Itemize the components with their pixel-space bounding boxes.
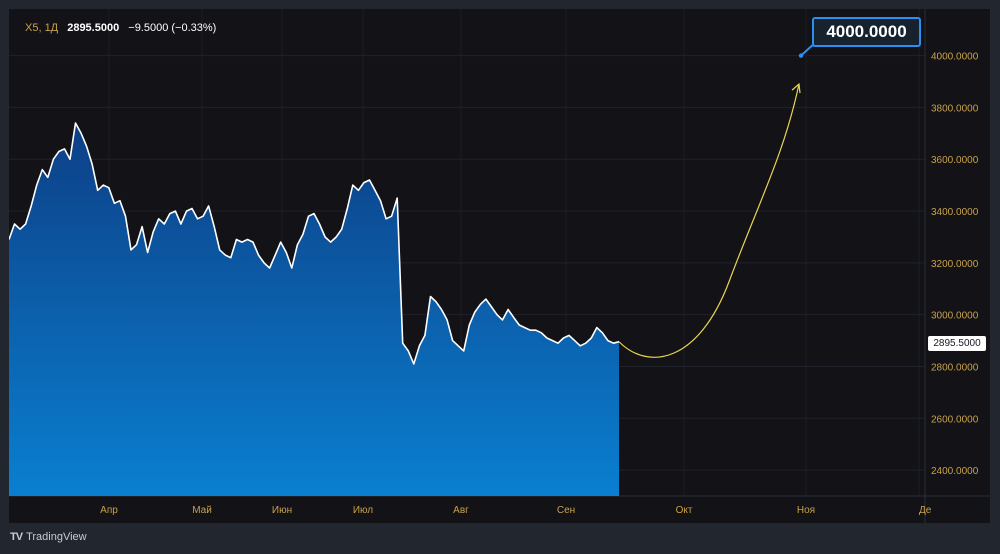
x-tick-label: Июл bbox=[353, 505, 373, 516]
brand-name: TradingView bbox=[26, 531, 87, 543]
price-change: −9.5000 (−0.33%) bbox=[128, 22, 217, 34]
x-axis-labels: Апр Май Июн Июл Авг Сен Окт Ноя Де bbox=[100, 505, 932, 516]
x-tick-label: Ноя bbox=[797, 505, 815, 516]
projection-arrow[interactable] bbox=[618, 83, 800, 358]
tradingview-icon: TV bbox=[10, 531, 23, 543]
last-price: 2895.5000 bbox=[67, 22, 120, 34]
y-tick-label: 3000.0000 bbox=[931, 311, 979, 322]
chart-frame: 4000.0000 3800.0000 3600.0000 3400.0000 3200… bbox=[0, 0, 1000, 554]
y-tick-label: 3400.0000 bbox=[931, 207, 979, 218]
y-tick-label: 4000.0000 bbox=[931, 52, 979, 63]
tradingview-logo: TV TradingView bbox=[10, 531, 87, 543]
y-tick-label: 2800.0000 bbox=[931, 362, 979, 373]
target-price-callout[interactable]: 4000.0000 bbox=[812, 17, 921, 47]
x-tick-label: Апр bbox=[100, 505, 118, 516]
x-tick-label: Сен bbox=[557, 505, 575, 516]
callout-tail bbox=[800, 44, 822, 57]
chart-svg[interactable]: 4000.0000 3800.0000 3600.0000 3400.0000 3200… bbox=[9, 9, 990, 523]
y-tick-label: 3800.0000 bbox=[931, 103, 979, 114]
last-price-tag: 2895.5000 bbox=[928, 336, 986, 351]
y-tick-label: 3600.0000 bbox=[931, 155, 979, 166]
x-tick-label: Авг bbox=[453, 505, 469, 516]
x-tick-label: Май bbox=[192, 505, 212, 516]
chart-legend: X5, 1Д 2895.5000 −9.5000 (−0.33%) bbox=[25, 22, 216, 34]
symbol-label[interactable]: X5, 1Д bbox=[25, 22, 58, 34]
price-area-fill bbox=[9, 123, 619, 496]
chart-pane[interactable]: 4000.0000 3800.0000 3600.0000 3400.0000 3200… bbox=[9, 9, 990, 523]
arrowhead-icon bbox=[791, 82, 801, 94]
y-tick-label: 2400.0000 bbox=[931, 466, 979, 477]
y-tick-label: 3200.0000 bbox=[931, 259, 979, 270]
y-axis-labels: 4000.0000 3800.0000 3600.0000 3400.0000 3200… bbox=[931, 52, 979, 477]
y-tick-label: 2600.0000 bbox=[931, 414, 979, 425]
x-tick-label: Де bbox=[919, 505, 932, 516]
x-tick-label: Окт bbox=[676, 505, 693, 516]
x-tick-label: Июн bbox=[272, 505, 292, 516]
